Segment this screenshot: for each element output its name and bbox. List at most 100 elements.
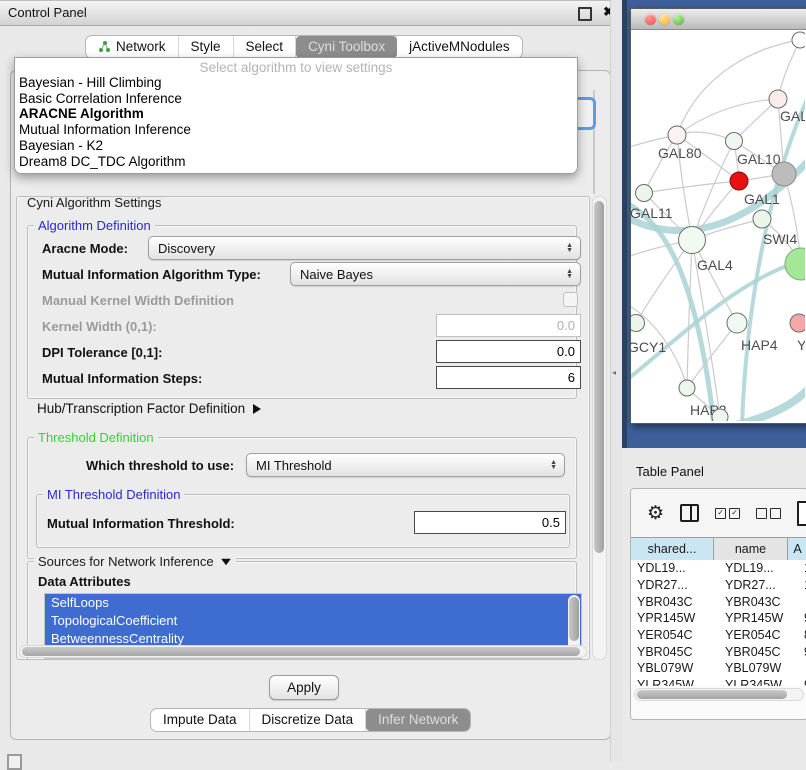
settings-hscrollbar[interactable]: [19, 645, 587, 658]
algorithm-option[interactable]: Dream8 DC_TDC Algorithm: [15, 154, 577, 170]
algorithm-option[interactable]: Bayesian - K2: [15, 138, 577, 154]
table-cell[interactable]: YDR27...: [631, 577, 719, 594]
network-node[interactable]: [631, 315, 645, 332]
tab-discretize-data[interactable]: Discretize Data: [250, 709, 367, 731]
table-cell[interactable]: 8.: [798, 627, 806, 644]
table-cell[interactable]: YBR045C: [719, 643, 798, 660]
table-cell[interactable]: YBR043C: [719, 593, 798, 610]
select-all-checks-icon[interactable]: ✓✓: [715, 508, 740, 519]
network-node[interactable]: [636, 185, 653, 202]
table-row[interactable]: YDL19...YDL19...13: [631, 560, 806, 577]
table-cell[interactable]: 9.: [798, 677, 806, 686]
hub-factor-disclosure[interactable]: Hub/Transcription Factor Definition: [37, 401, 261, 416]
column-header-partial[interactable]: A: [788, 538, 806, 560]
network-node[interactable]: [730, 172, 748, 190]
column-view-icon[interactable]: [680, 504, 699, 522]
collapsed-panel-icon[interactable]: [7, 754, 22, 770]
which-threshold-combo[interactable]: MI Threshold ▲▼: [246, 453, 565, 477]
kernel-width-field[interactable]: 0.0: [436, 314, 581, 337]
dpi-tolerance-field[interactable]: 0.0: [436, 340, 581, 363]
table-row[interactable]: YLR345WYLR345W9.: [631, 677, 806, 686]
algorithm-option[interactable]: Bayesian - Hill Climbing: [15, 75, 577, 91]
table-cell[interactable]: YLR345W: [631, 677, 719, 686]
network-window-titlebar[interactable]: [631, 9, 806, 30]
table-cell[interactable]: YLR345W: [719, 677, 798, 686]
table-row[interactable]: YER054CYER054C8.: [631, 627, 806, 644]
network-canvas[interactable]: GALGAL80GAL10GAL1GAL11SWI4GAL4GCY1HAP4YH…: [631, 29, 805, 421]
table-cell[interactable]: YPR145W: [631, 610, 719, 627]
aracne-mode-combo[interactable]: Discovery ▲▼: [148, 236, 581, 260]
mac-minimize-icon[interactable]: [659, 14, 670, 25]
table-cell[interactable]: YER054C: [719, 627, 798, 644]
table-row[interactable]: YBR043CYBR043C: [631, 593, 806, 610]
table-row[interactable]: YBL079WYBL079W: [631, 660, 806, 677]
network-edge[interactable]: [631, 259, 805, 387]
network-node[interactable]: [712, 409, 728, 421]
float-window-icon[interactable]: [578, 7, 592, 21]
manual-kernel-checkbox[interactable]: [563, 292, 578, 307]
table-cell[interactable]: YPR145W: [719, 610, 798, 627]
table-cell[interactable]: YBR045C: [631, 643, 719, 660]
table-cell[interactable]: 12: [798, 577, 806, 594]
network-edge[interactable]: [687, 240, 692, 388]
tab-impute-data[interactable]: Impute Data: [151, 709, 250, 731]
algorithm-option[interactable]: Basic Correlation Inference: [15, 91, 577, 107]
table-cell[interactable]: 9.: [798, 610, 806, 627]
tab-network[interactable]: Network: [86, 36, 179, 58]
network-node[interactable]: [668, 126, 686, 144]
tab-select[interactable]: Select: [234, 36, 297, 58]
tab-infer-network[interactable]: Infer Network: [366, 709, 470, 731]
network-node[interactable]: [679, 227, 706, 254]
mac-close-icon[interactable]: [645, 14, 656, 25]
network-node[interactable]: [772, 162, 796, 186]
document-icon[interactable]: [797, 501, 806, 526]
table-cell[interactable]: [798, 593, 806, 610]
table-cell[interactable]: YDL19...: [631, 560, 719, 577]
network-node[interactable]: [785, 248, 805, 280]
column-header-shared-name[interactable]: shared...: [631, 538, 714, 560]
algorithm-option[interactable]: Mutual Information Inference: [15, 122, 577, 138]
mac-zoom-icon[interactable]: [673, 14, 684, 25]
deselect-all-checks-icon[interactable]: [756, 508, 781, 519]
mi-threshold-field[interactable]: 0.5: [414, 511, 566, 534]
network-edge[interactable]: [736, 387, 805, 421]
table-row[interactable]: YDR27...YDR27...12: [631, 577, 806, 594]
table-cell[interactable]: 9.: [798, 643, 806, 660]
table-cell[interactable]: YBL079W: [631, 660, 719, 677]
network-node[interactable]: [790, 314, 805, 332]
network-node[interactable]: [726, 133, 743, 150]
tab-cyni-toolbox[interactable]: Cyni Toolbox: [296, 36, 397, 58]
table-cell[interactable]: [798, 660, 806, 677]
tab-jactivemnodules[interactable]: jActiveMNodules: [397, 36, 522, 58]
table-cell[interactable]: 13: [798, 560, 806, 577]
network-edge[interactable]: [644, 181, 739, 193]
attribute-item[interactable]: SelfLoops: [45, 594, 581, 612]
divider-collapse-icon[interactable]: ◂: [612, 368, 616, 377]
settings-vscrollbar[interactable]: [592, 196, 607, 660]
gear-icon[interactable]: ⚙: [647, 504, 664, 523]
apply-button[interactable]: Apply: [269, 675, 339, 700]
network-node[interactable]: [753, 210, 771, 228]
network-node[interactable]: [769, 90, 787, 108]
table-cell[interactable]: YER054C: [631, 627, 719, 644]
mi-steps-field[interactable]: 6: [436, 366, 581, 389]
column-header-name[interactable]: name: [714, 538, 788, 560]
table-row[interactable]: YPR145WYPR145W9.: [631, 610, 806, 627]
mi-type-combo[interactable]: Naive Bayes ▲▼: [290, 262, 581, 286]
algorithm-option[interactable]: ARACNE Algorithm: [15, 106, 577, 122]
mi-type-value: Naive Bayes: [300, 267, 373, 282]
table-row[interactable]: YBR045CYBR045C9.: [631, 643, 806, 660]
tab-style[interactable]: Style: [179, 36, 234, 58]
network-node[interactable]: [727, 313, 747, 333]
network-node[interactable]: [679, 380, 695, 396]
table-cell[interactable]: YDR27...: [719, 577, 798, 594]
network-window[interactable]: GALGAL80GAL10GAL1GAL11SWI4GAL4GCY1HAP4YH…: [630, 8, 806, 424]
attribute-item[interactable]: TopologicalCoefficient: [45, 612, 581, 630]
table-cell[interactable]: YDL19...: [719, 560, 798, 577]
network-node[interactable]: [792, 32, 805, 48]
table-cell[interactable]: YBL079W: [719, 660, 798, 677]
network-edge[interactable]: [687, 323, 737, 388]
network-edge[interactable]: [644, 135, 677, 193]
table-cell[interactable]: YBR043C: [631, 593, 719, 610]
table-hscrollbar[interactable]: [634, 688, 804, 701]
